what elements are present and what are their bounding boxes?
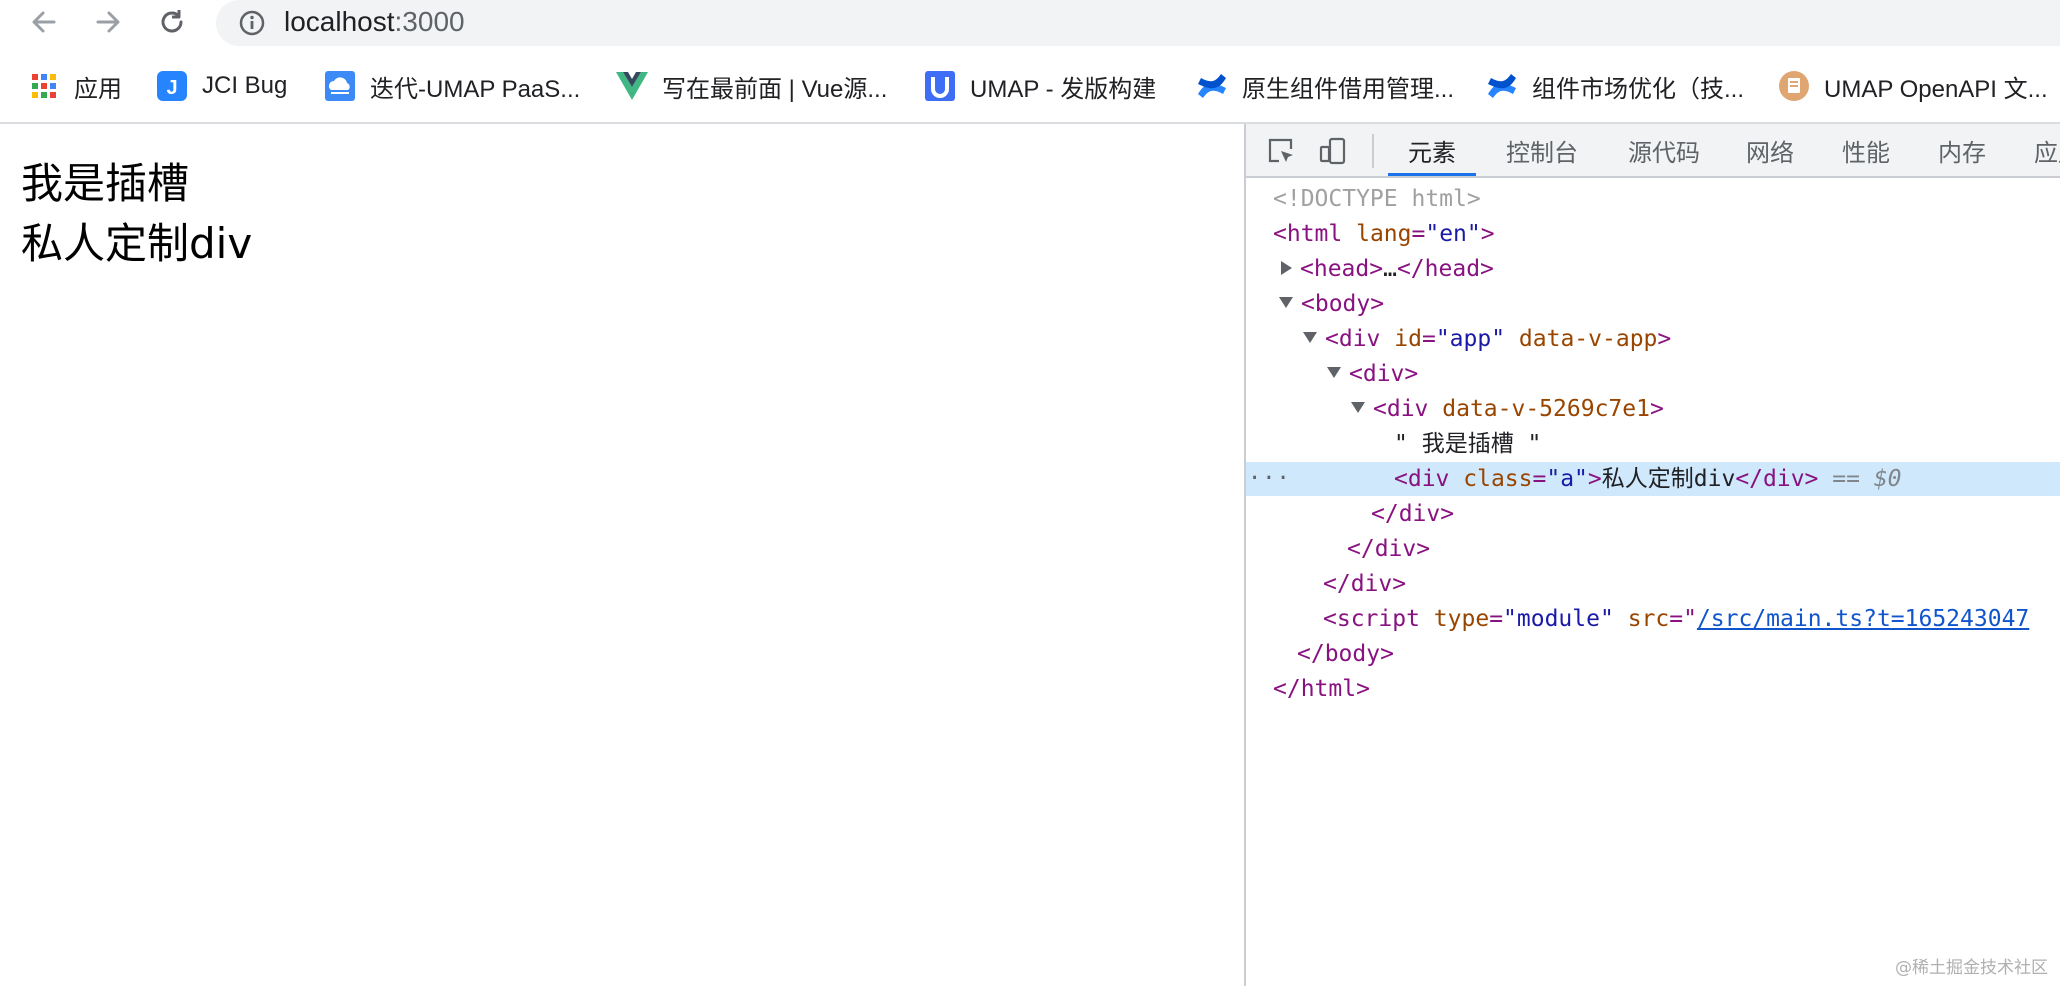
bookmark-component-market[interactable]: 组件市场优化（技... (1486, 66, 1744, 106)
tab-application[interactable]: 应用 (2034, 124, 2060, 176)
inspect-element-button[interactable] (1262, 132, 1300, 170)
slot-text: 我是插槽 (21, 159, 190, 208)
forward-button[interactable] (88, 2, 128, 42)
tree-node-html-close[interactable]: </html> (1246, 672, 2060, 706)
collapse-arrow-icon[interactable] (1327, 367, 1341, 378)
tree-node-div[interactable]: <div> (1246, 357, 2060, 391)
custom-div-text: 私人定制div (21, 219, 253, 268)
collapse-arrow-icon[interactable] (1303, 332, 1317, 343)
tree-node-div-close[interactable]: </div> (1246, 532, 2060, 566)
reload-button[interactable] (152, 2, 192, 42)
script-src-link[interactable]: /src/main.ts?t=165243047 (1697, 606, 2029, 632)
site-info-icon[interactable] (238, 9, 266, 42)
tab-divider (1372, 134, 1374, 168)
bookmark-vue-source[interactable]: 写在最前面 | Vue源... (616, 66, 887, 106)
device-icon (1319, 137, 1346, 165)
tab-network[interactable]: 网络 (1746, 124, 1794, 176)
collapse-arrow-icon[interactable] (1351, 402, 1365, 413)
bookmark-iteration-umap[interactable]: 迭代-UMAP PaaS... (324, 66, 580, 106)
cloud-icon (324, 70, 356, 102)
collapse-arrow-icon[interactable] (1279, 297, 1293, 308)
tree-node-div-app[interactable]: <div id="app" data-v-app> (1246, 322, 2060, 356)
bookmark-label: 迭代-UMAP PaaS... (370, 75, 581, 103)
tab-memory[interactable]: 内存 (1938, 124, 1986, 176)
apps-grid-icon (28, 70, 60, 102)
elements-tree: <!DOCTYPE html> <html lang="en"> <head>…… (1246, 178, 2060, 986)
tree-node-html[interactable]: <html lang="en"> (1246, 217, 2060, 251)
tree-node-text[interactable]: " 我是插槽 " (1246, 427, 2060, 461)
confluence-icon (1486, 70, 1518, 102)
page-viewport: 我是插槽 私人定制div (0, 124, 1244, 986)
jira-icon: J (156, 70, 188, 102)
bookmark-label: 应用 (74, 75, 122, 103)
browser-toolbar: localhost:3000 (0, 0, 2060, 46)
bookmark-label: UMAP OpenAPI 文... (1824, 75, 2048, 103)
tree-node-div-a-selected[interactable]: ··· <div class="a">私人定制div</div> == $0 (1246, 462, 2060, 496)
bookmark-label: 组件市场优化（技... (1532, 75, 1745, 103)
bookmark-jci-bug[interactable]: J JCI Bug (156, 66, 287, 106)
back-button[interactable] (24, 2, 64, 42)
bookmark-umap-release[interactable]: UMAP - 发版构建 (924, 66, 1156, 106)
tab-elements[interactable]: 元素 (1388, 124, 1476, 176)
arrow-right-icon (96, 11, 120, 33)
watermark: @稀土掘金技术社区 (1895, 958, 2048, 978)
tab-performance[interactable]: 性能 (1842, 124, 1890, 176)
umap-icon (924, 70, 956, 102)
bookmark-label: 写在最前面 | Vue源... (662, 75, 888, 103)
url-text: localhost:3000 (284, 6, 465, 37)
bookmark-label: JCI Bug (202, 72, 288, 99)
svg-text:J: J (166, 77, 177, 99)
tree-node-script[interactable]: <script type="module" src="/src/main.ts?… (1246, 602, 2060, 636)
devtools-tab-bar: 元素 控制台 源代码 网络 性能 内存 应用 (1246, 124, 2060, 178)
tab-sources[interactable]: 源代码 (1628, 124, 1700, 176)
bookmark-native-component[interactable]: 原生组件借用管理... (1196, 66, 1454, 106)
bookmark-apps[interactable]: 应用 (28, 66, 122, 106)
bookmark-label: UMAP - 发版构建 (970, 75, 1157, 103)
bookmark-umap-openapi[interactable]: UMAP OpenAPI 文... (1778, 66, 2048, 106)
tree-node-div-close[interactable]: </div> (1246, 567, 2060, 601)
tab-console[interactable]: 控制台 (1506, 124, 1578, 176)
tree-node-body-close[interactable]: </body> (1246, 637, 2060, 671)
reload-icon (161, 10, 183, 33)
tree-node-doctype[interactable]: <!DOCTYPE html> (1246, 182, 2060, 216)
expand-arrow-icon[interactable] (1281, 260, 1292, 275)
confluence-icon (1196, 70, 1228, 102)
inspect-cursor-icon (1268, 138, 1293, 163)
doc-icon (1778, 70, 1810, 102)
device-toolbar-button[interactable] (1314, 132, 1352, 170)
tree-node-div-scoped[interactable]: <div data-v-5269c7e1> (1246, 392, 2060, 426)
more-options-icon[interactable]: ··· (1248, 462, 1291, 496)
address-bar[interactable]: localhost:3000 (216, 0, 2060, 46)
tree-node-div-close[interactable]: </div> (1246, 497, 2060, 531)
devtools-panel: 元素 控制台 源代码 网络 性能 内存 应用 <!DOCTYPE html> <… (1244, 124, 2060, 986)
vue-icon (616, 70, 648, 102)
tree-node-body[interactable]: <body> (1246, 287, 2060, 321)
bookmark-label: 原生组件借用管理... (1242, 75, 1455, 103)
bookmarks-bar: 应用 J JCI Bug 迭代-UMAP PaaS... 写在最前面 | Vue… (0, 62, 2060, 110)
arrow-left-icon (32, 11, 56, 33)
tree-node-head[interactable]: <head>…</head> (1246, 252, 2060, 286)
